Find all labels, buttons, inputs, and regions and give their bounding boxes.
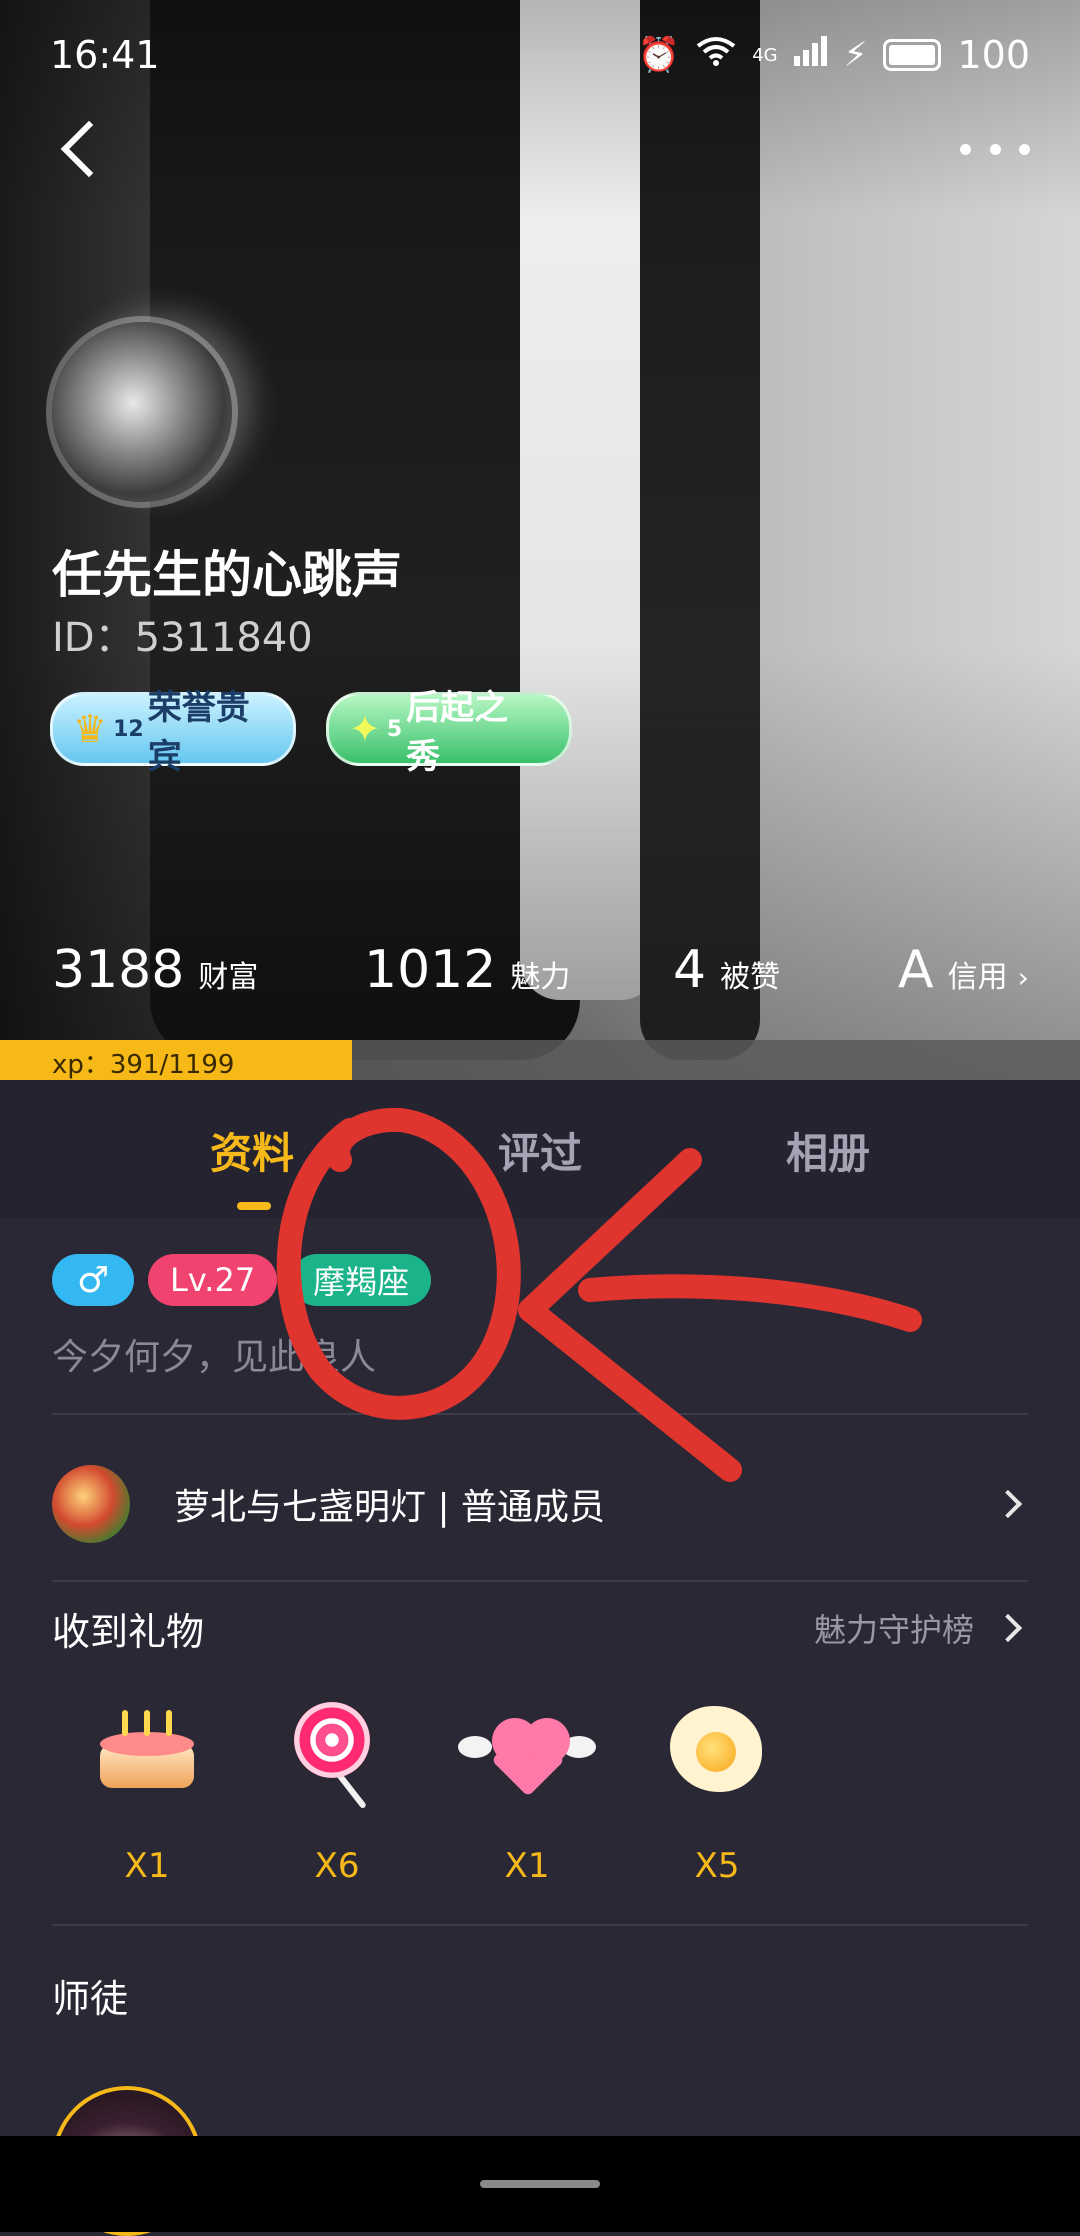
crown-icon: ♛ xyxy=(73,707,108,751)
profile-stats: 3188 财富 1012 魅力 4 被赞 A 信用 › xyxy=(0,940,1080,1010)
user-signature: 今夕何夕，见此良人 xyxy=(52,1337,377,1378)
status-bar: 16:41 ⏰ 4G ⚡ 100 xyxy=(0,20,1080,90)
chevron-right-icon xyxy=(993,1489,1023,1519)
gift-item[interactable]: X1 xyxy=(432,1696,622,1886)
charm-guard-ranking-label: 魅力守护榜 xyxy=(813,1611,974,1649)
tag-list: ♂ Lv.27 摩羯座 xyxy=(52,1254,432,1306)
active-tab-indicator xyxy=(237,1202,271,1210)
top-nav-bar xyxy=(0,105,1080,195)
profile-details: ♂ Lv.27 摩羯座 今夕何夕，见此良人 萝北与七盏明灯 | 普通成员 收到礼… xyxy=(0,1218,1080,2236)
divider xyxy=(52,1580,1028,1582)
system-navigation-bar xyxy=(0,2136,1080,2232)
badge-label: 后起之秀 xyxy=(406,688,509,777)
badge-label: 荣誉贵宾 xyxy=(147,688,250,777)
badge-level: 5 xyxy=(386,716,403,742)
gifts-header: 收到礼物 魅力守护榜 xyxy=(52,1598,1028,1658)
status-icons: ⏰ 4G ⚡ 100 xyxy=(638,33,1030,77)
stat-likes[interactable]: 4 被赞 xyxy=(673,940,780,1000)
status-time: 16:41 xyxy=(50,33,160,77)
xp-label: xp：391/1199 xyxy=(52,1050,235,1080)
battery-icon xyxy=(883,39,942,71)
star-hexagon-icon: ✦ xyxy=(349,707,381,751)
xp-progress-bar: xp：391/1199 xyxy=(0,1040,1080,1080)
network-type-label: 4G xyxy=(752,44,778,66)
chevron-right-icon: › xyxy=(1017,961,1029,994)
stat-credit[interactable]: A 信用 › xyxy=(898,940,1029,1000)
gender-tag: ♂ xyxy=(52,1254,134,1306)
signal-icon xyxy=(793,35,828,75)
charm-guard-ranking-link[interactable]: 魅力守护榜 xyxy=(814,1605,1028,1651)
badge-list: ♛ 12 荣誉贵宾 ✦ 5 后起之秀 xyxy=(50,688,572,777)
charging-icon: ⚡ xyxy=(843,35,868,75)
gift-count: X1 xyxy=(504,1846,550,1886)
cake-icon xyxy=(92,1696,202,1806)
alarm-icon: ⏰ xyxy=(637,35,681,75)
club-name: 萝北与七盏明灯 | 普通成员 xyxy=(174,1487,606,1528)
more-dot-icon xyxy=(1019,143,1030,155)
gift-count: X5 xyxy=(694,1846,740,1886)
lollipop-icon xyxy=(282,1696,392,1810)
user-avatar[interactable] xyxy=(52,322,232,502)
stat-label: 被赞 xyxy=(720,960,781,995)
badge-level: 12 xyxy=(113,716,144,742)
gift-list: X1 X6 X1 X5 xyxy=(52,1696,812,1886)
home-indicator[interactable] xyxy=(480,2180,600,2188)
user-id: ID：5311840 xyxy=(52,615,313,661)
mentorship-title: 师徒 xyxy=(52,1977,129,2021)
stat-label: 财富 xyxy=(198,960,259,995)
stat-charm[interactable]: 1012 魅力 xyxy=(364,940,570,1000)
winged-heart-icon xyxy=(458,1696,596,1806)
wifi-icon xyxy=(696,35,736,75)
stat-value: 1012 xyxy=(364,940,497,1000)
gift-item[interactable]: X6 xyxy=(242,1696,432,1886)
stat-value: A xyxy=(898,940,934,1000)
gift-item[interactable]: X1 xyxy=(52,1696,242,1886)
battery-level: 100 xyxy=(957,33,1030,77)
tab-album[interactable]: 相册 xyxy=(786,1120,870,1181)
gifts-title: 收到礼物 xyxy=(52,1609,205,1654)
more-dot-icon xyxy=(960,143,971,155)
tab-reviews[interactable]: 评过 xyxy=(498,1120,582,1181)
stat-value: 4 xyxy=(673,940,707,1000)
club-avatar xyxy=(52,1465,130,1543)
back-button[interactable] xyxy=(52,117,118,181)
stat-wealth[interactable]: 3188 财富 xyxy=(52,940,258,1000)
gift-item[interactable]: X5 xyxy=(622,1696,812,1886)
more-dot-icon xyxy=(989,143,1001,155)
club-row[interactable]: 萝北与七盏明灯 | 普通成员 xyxy=(52,1440,1028,1568)
badge-rising-star[interactable]: ✦ 5 后起之秀 xyxy=(326,688,572,777)
stat-label: 魅力 xyxy=(510,960,571,995)
username: 任先生的心跳声 xyxy=(52,546,402,604)
chevron-right-icon xyxy=(993,1613,1023,1643)
divider xyxy=(52,1413,1028,1415)
zodiac-tag: 摩羯座 xyxy=(291,1254,432,1306)
badge-honor-vip[interactable]: ♛ 12 荣誉贵宾 xyxy=(50,688,296,777)
level-tag: Lv.27 xyxy=(148,1254,278,1306)
stat-label: 信用 xyxy=(947,960,1008,995)
tab-profile[interactable]: 资料 xyxy=(210,1120,294,1181)
fried-egg-icon xyxy=(662,1696,772,1806)
stat-value: 3188 xyxy=(52,940,185,1000)
profile-tabs: 资料 评过 相册 xyxy=(0,1080,1080,1218)
back-arrow-icon xyxy=(60,120,118,178)
gift-count: X6 xyxy=(314,1846,360,1886)
more-options-button[interactable] xyxy=(960,129,1030,169)
divider xyxy=(52,1924,1028,1926)
gift-count: X1 xyxy=(124,1846,170,1886)
